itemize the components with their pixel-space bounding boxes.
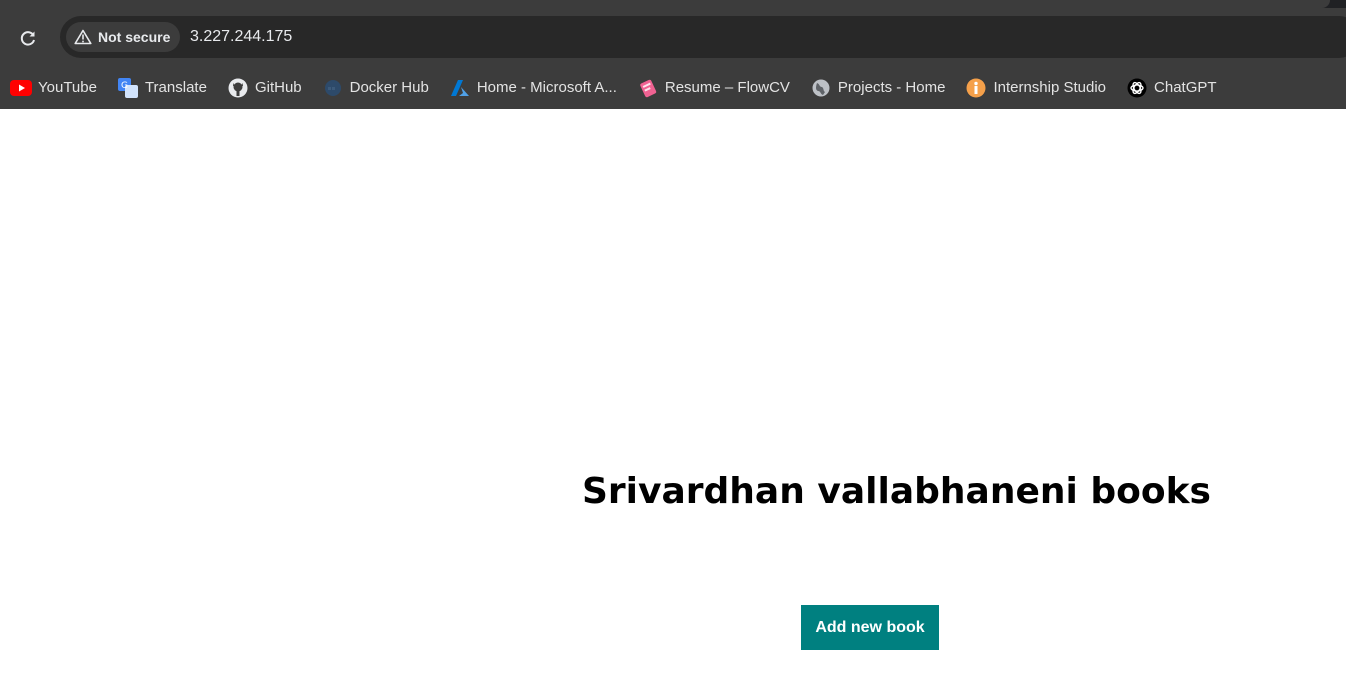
url-text[interactable]: 3.227.244.175 xyxy=(190,16,292,58)
chatgpt-icon xyxy=(1126,77,1148,99)
flowcv-icon xyxy=(637,77,659,99)
internship-studio-icon xyxy=(965,77,987,99)
svg-text:G: G xyxy=(121,81,128,91)
reload-button[interactable] xyxy=(12,22,44,54)
reload-icon xyxy=(20,31,35,46)
bookmark-label: Home - Microsoft A... xyxy=(476,79,617,96)
page-title: Srivardhan vallabhaneni books xyxy=(582,471,1211,512)
active-tab-edge xyxy=(0,0,1330,8)
azure-icon xyxy=(449,77,471,99)
globe-icon xyxy=(810,77,832,99)
warning-icon xyxy=(74,29,92,45)
bookmark-label: Projects - Home xyxy=(837,79,946,96)
bookmark-projects-home[interactable]: Projects - Home xyxy=(804,73,952,103)
bookmark-github[interactable]: GitHub xyxy=(221,73,308,103)
security-label: Not secure xyxy=(98,29,171,45)
bookmark-docker-hub[interactable]: Docker Hub xyxy=(316,73,435,103)
docker-icon xyxy=(322,77,344,99)
bookmarks-bar: YouTube G Translate GitHub Docker Hub Ho… xyxy=(0,66,1346,109)
add-new-book-button[interactable]: Add new book xyxy=(801,605,939,650)
bookmark-label: Docker Hub xyxy=(349,79,429,96)
page-content: Srivardhan vallabhaneni books Add new bo… xyxy=(0,109,1346,680)
security-chip[interactable]: Not secure xyxy=(66,22,181,52)
bookmark-label: YouTube xyxy=(38,79,97,96)
youtube-icon xyxy=(10,77,32,99)
bookmark-label: Translate xyxy=(144,79,207,96)
github-icon xyxy=(227,77,249,99)
bookmark-translate[interactable]: G Translate xyxy=(111,73,213,103)
google-translate-icon: G xyxy=(117,77,139,99)
bookmark-flowcv[interactable]: Resume – FlowCV xyxy=(631,73,796,103)
bookmark-label: GitHub xyxy=(254,79,302,96)
browser-chrome: Not secure 3.227.244.175 YouTube G Trans… xyxy=(0,0,1346,109)
bookmark-youtube[interactable]: YouTube xyxy=(4,73,103,103)
tab-strip xyxy=(0,0,1346,8)
bookmark-internship-studio[interactable]: Internship Studio xyxy=(959,73,1112,103)
bookmark-microsoft-azure[interactable]: Home - Microsoft A... xyxy=(443,73,623,103)
bookmark-chatgpt[interactable]: ChatGPT xyxy=(1120,73,1223,103)
address-bar[interactable]: Not secure 3.227.244.175 xyxy=(60,16,1346,58)
bookmark-label: Internship Studio xyxy=(993,79,1107,96)
bookmark-label: Resume – FlowCV xyxy=(664,79,790,96)
bookmark-label: ChatGPT xyxy=(1154,79,1217,96)
browser-toolbar: Not secure 3.227.244.175 xyxy=(0,8,1346,66)
